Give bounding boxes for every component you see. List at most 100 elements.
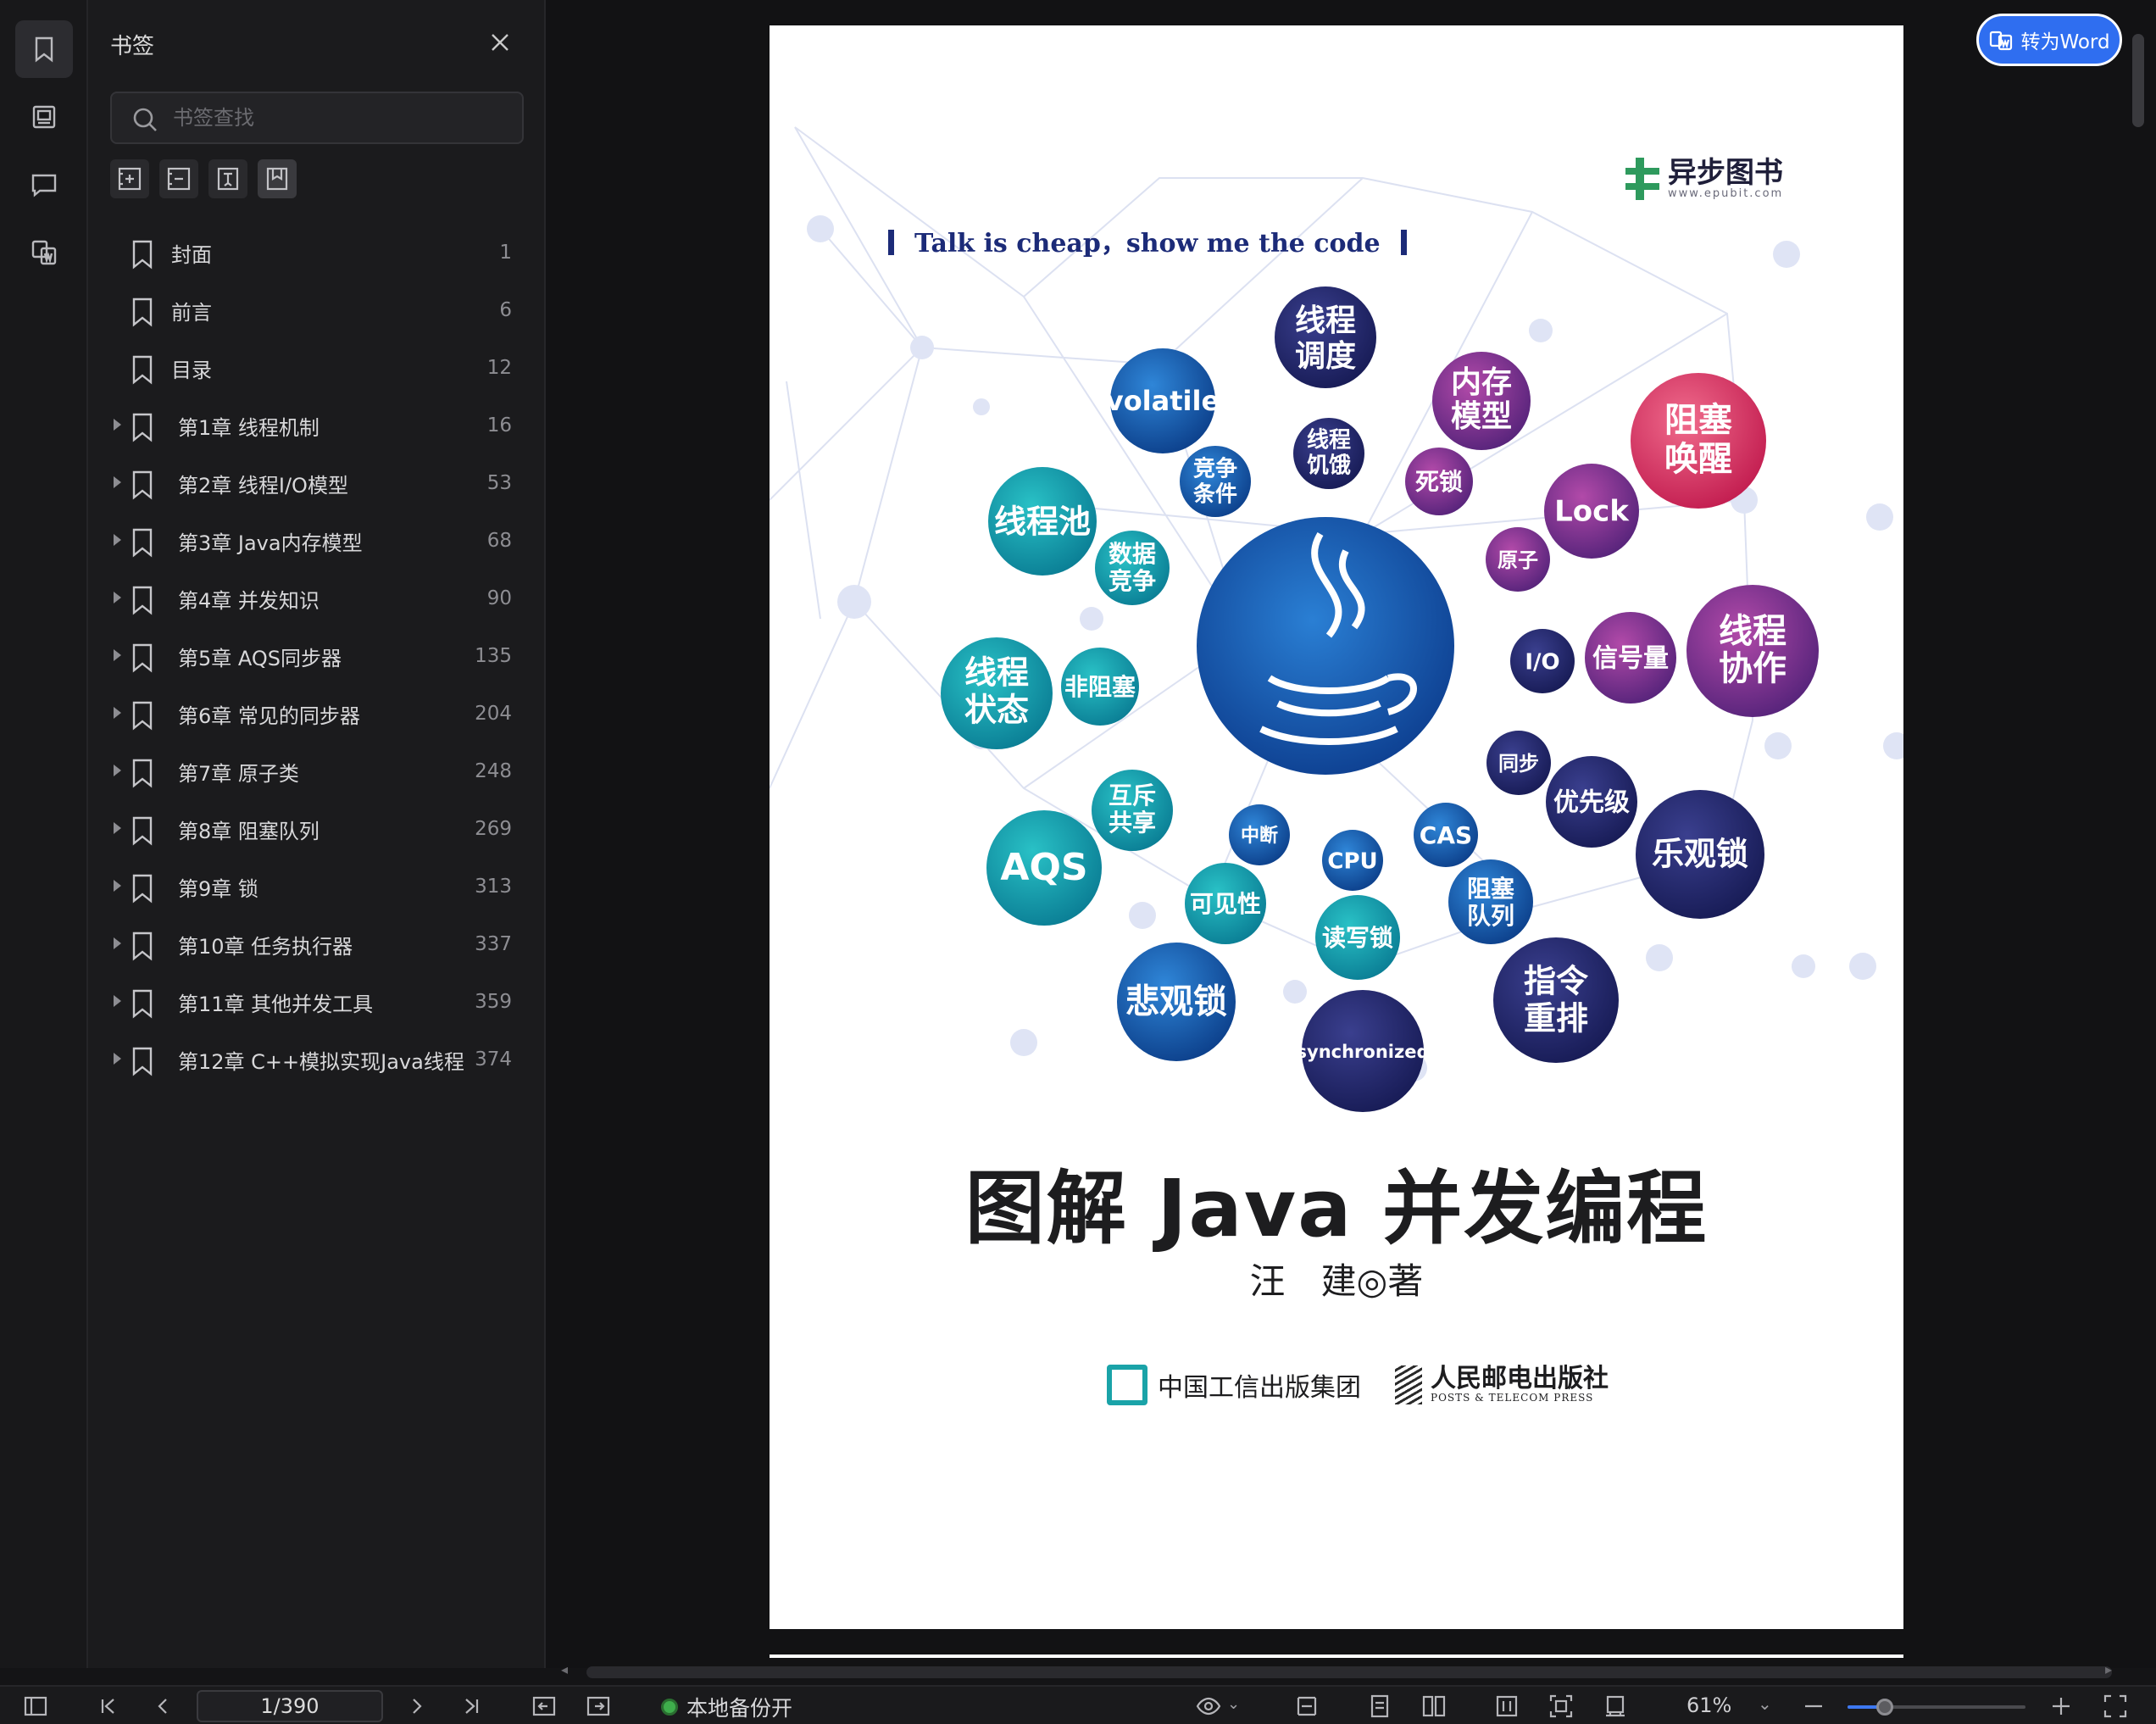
bookmark-page: 337 [475,933,512,955]
svg-text:状态: 状态 [964,692,1029,729]
prev-page-button[interactable] [149,1693,176,1720]
fit-width-button[interactable] [1293,1693,1320,1720]
thumbnail-panel-button[interactable] [15,88,73,146]
svg-text:条件: 条件 [1193,482,1237,508]
zoom-slider[interactable] [1848,1699,2025,1716]
history-back-button[interactable] [531,1693,558,1720]
expand-caret-icon[interactable] [114,476,121,488]
comment-icon [31,174,57,197]
bookmark-icon [129,470,156,500]
bubble-optimistic-lock: 乐观锁 [1652,836,1748,873]
bookmark-page: 269 [475,818,512,840]
bookmark-item[interactable]: 第11章 其他并发工具 359 [88,973,546,1031]
bubble-memory-model: 内存 [1451,365,1512,400]
bookmark-item[interactable]: 前言 6 [88,281,546,339]
scroll-right-arrow-icon[interactable]: ▸ [2105,1661,2112,1677]
first-page-button[interactable] [95,1693,122,1720]
bookmark-item[interactable]: 第12章 C++模拟实现Java线程 374 [88,1031,546,1088]
bookmark-label: 第11章 其他并发工具 [178,992,374,1016]
fit-page-button[interactable] [1548,1693,1575,1720]
history-forward-button[interactable] [585,1693,612,1720]
zoom-slider-knob[interactable] [1876,1699,1894,1716]
two-page-button[interactable] [1420,1693,1448,1720]
bookmark-label: 第12章 C++模拟实现Java线程 [178,1049,464,1074]
close-panel-button[interactable] [486,29,514,56]
expand-caret-icon[interactable] [114,880,121,892]
expand-caret-icon[interactable] [114,1053,121,1065]
bubble-cas: CAS [1420,821,1472,849]
expand-caret-icon[interactable] [114,707,121,719]
last-page-button[interactable] [458,1693,485,1720]
bookmark-item[interactable]: 第7章 原子类 248 [88,742,546,800]
comment-panel-button[interactable] [15,156,73,214]
bookmark-item[interactable]: 第4章 并发知识 90 [88,570,546,627]
page-number-input[interactable] [198,1692,381,1721]
rotate-page-button[interactable] [1602,1693,1629,1720]
bookmark-item[interactable]: 第5章 AQS同步器 135 [88,627,546,685]
convert-panel-button[interactable] [15,224,73,281]
expand-caret-icon[interactable] [114,822,121,834]
bubble-sync: 同步 [1498,752,1539,776]
toggle-sidebar-button[interactable] [22,1693,49,1720]
bookmark-panel-button[interactable] [15,20,73,78]
next-page-button[interactable] [403,1693,431,1720]
single-page-button[interactable] [1366,1693,1393,1720]
bubble-mutex-share: 互斥 [1109,781,1156,809]
expand-caret-icon[interactable] [114,592,121,603]
expand-caret-icon[interactable] [114,419,121,431]
zoom-dropdown-icon[interactable]: ⌄ [1758,1693,1772,1714]
add-bookmark-button[interactable] [208,159,247,198]
bookmark-item[interactable]: 第8章 阻塞队列 269 [88,800,546,858]
close-icon [492,34,508,51]
vertical-scrollbar[interactable] [2132,34,2144,127]
svg-text:协作: 协作 [1719,649,1786,688]
bookmark-icon [35,36,53,63]
publisher-b: 人民邮电出版社 POSTS & TELECOM PRESS [1395,1365,1609,1404]
expand-caret-icon[interactable] [114,765,121,776]
bookmark-search-input[interactable] [173,93,512,142]
svg-text:唤醒: 唤醒 [1664,440,1732,479]
bookmark-item[interactable]: 第10章 任务执行器 337 [88,915,546,973]
bubble-priority: 优先级 [1553,788,1630,818]
search-icon [133,108,157,131]
bookmark-item[interactable]: 第1章 线程机制 16 [88,397,546,454]
expand-caret-icon[interactable] [114,937,121,949]
expand-caret-icon[interactable] [114,995,121,1007]
expand-caret-icon[interactable] [114,534,121,546]
bookmark-page: 313 [475,876,512,898]
bookmark-label: 第5章 AQS同步器 [178,646,342,670]
local-backup-toggle[interactable]: 本地备份开 [661,1692,792,1722]
bubble-interrupt: 中断 [1241,825,1278,847]
bookmark-item[interactable]: 目录 12 [88,339,546,397]
convert-to-word-button[interactable]: 转为Word [1976,14,2122,66]
expand-all-button[interactable] [110,159,149,198]
bookmark-icon [129,873,156,904]
zoom-level[interactable]: 61% [1686,1693,1731,1717]
fit-width-icon [1297,1696,1317,1716]
miit-logo-icon [1107,1365,1147,1405]
publisher-logo-top: 异步图书 www.epubit.com [1625,158,1783,200]
bookmark-style-button[interactable] [258,159,297,198]
bookmark-item[interactable]: 第6章 常见的同步器 204 [88,685,546,742]
collapse-all-button[interactable] [159,159,198,198]
bubble-pessimistic-lock: 悲观锁 [1125,982,1227,1021]
zoom-out-button[interactable] [1800,1693,1827,1720]
horizontal-scrollbar[interactable] [586,1666,2112,1678]
eye-mode-button[interactable] [1195,1693,1222,1720]
zoom-in-button[interactable] [2048,1693,2075,1720]
minus-icon [1805,1705,1822,1708]
scroll-left-arrow-icon[interactable]: ◂ [561,1661,568,1677]
bookmark-item[interactable]: 第2章 线程I/O模型 53 [88,454,546,512]
bookmark-item[interactable]: 第9章 锁 313 [88,858,546,915]
continuous-scroll-button[interactable] [1493,1693,1520,1720]
bookmark-item[interactable]: 封面 1 [88,224,546,281]
history-forward-icon [586,1696,610,1716]
bubble-lock: Lock [1554,495,1630,529]
bookmark-item[interactable]: 第3章 Java内存模型 68 [88,512,546,570]
bubble-thread-cooperation: 线程 [1719,612,1786,651]
expand-caret-icon[interactable] [114,649,121,661]
eye-mode-dropdown-icon[interactable]: ⌄ [1227,1695,1254,1722]
fullscreen-button[interactable] [2102,1693,2129,1720]
bookmark-page: 374 [475,1048,512,1071]
bookmark-label: 第6章 常见的同步器 [178,704,360,728]
